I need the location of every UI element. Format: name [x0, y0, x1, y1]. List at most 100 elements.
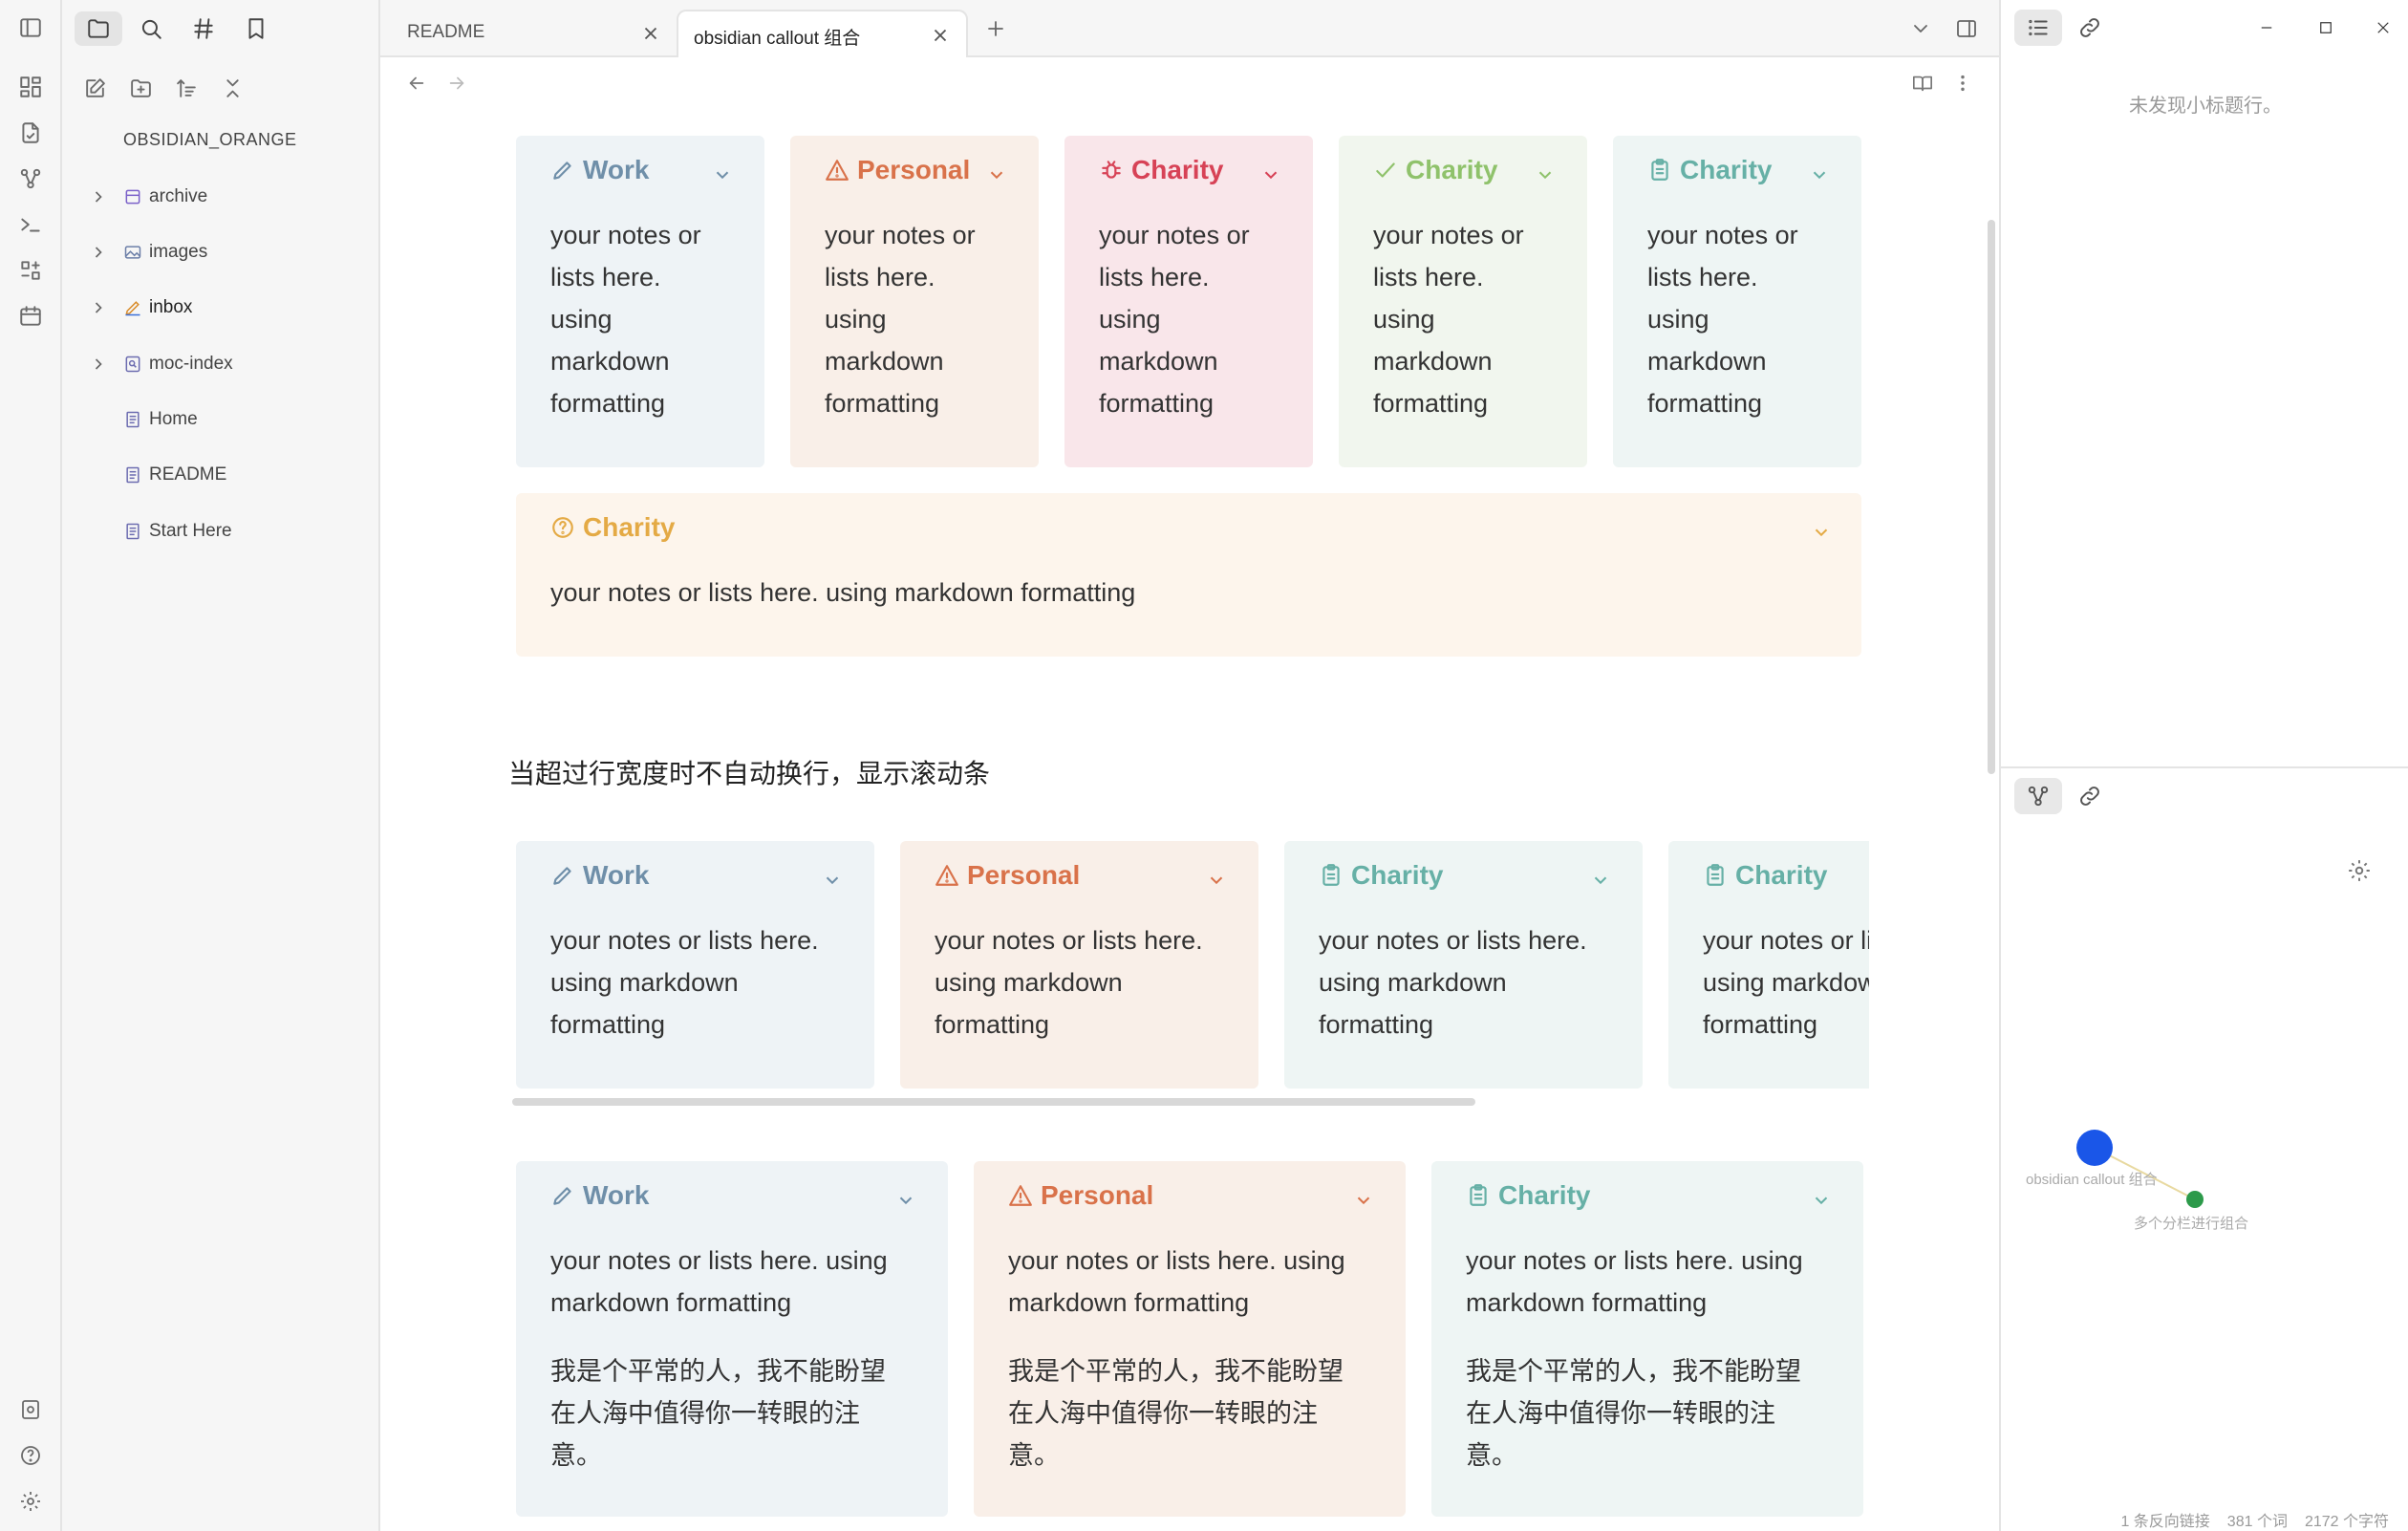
chevron-down-icon[interactable] — [1206, 870, 1227, 891]
chevron-down-icon[interactable] — [895, 1190, 916, 1211]
sort-button[interactable] — [170, 72, 203, 104]
reading-mode-button[interactable] — [1909, 70, 1936, 97]
callout-cn-line: 在人海中值得你一转眼的注 — [550, 1399, 860, 1428]
chevron-down-icon[interactable] — [1535, 164, 1556, 185]
callout-line: markdown — [1373, 347, 1493, 376]
warning-icon — [935, 863, 959, 888]
callout-work[interactable]: Work your notes or lists here. using mar… — [516, 136, 764, 467]
callout-charity-bug[interactable]: Charity your notes or lists here. using … — [1064, 136, 1313, 467]
tree-folder-images[interactable]: images — [62, 233, 380, 271]
graph-icon[interactable] — [16, 164, 45, 193]
right-sidebar-toggle[interactable] — [1953, 15, 1980, 42]
search-tab[interactable] — [127, 11, 175, 46]
tab-list-button[interactable] — [1907, 15, 1934, 42]
new-note-button[interactable] — [78, 72, 111, 104]
chevron-down-icon[interactable] — [1811, 522, 1832, 543]
clipboard-icon — [1466, 1183, 1491, 1208]
backlinks-tab[interactable] — [2066, 778, 2114, 814]
sidebar-toggle-icon[interactable] — [16, 13, 45, 42]
tab-bar: README obsidian callout 组合 — [380, 0, 1999, 57]
chevron-right-icon[interactable] — [89, 298, 108, 317]
tab-label: obsidian callout 组合 — [694, 29, 861, 49]
folder-tab[interactable] — [75, 11, 122, 46]
tree-folder-inbox[interactable]: inbox — [62, 289, 380, 327]
note-icon — [123, 410, 142, 429]
callout-charity-clipboard[interactable]: Charity your notes or lists here. using m… — [1431, 1161, 1863, 1517]
back-button[interactable] — [403, 70, 430, 97]
horizontal-scrollbar[interactable] — [512, 1098, 1475, 1106]
scrollable-callout-row[interactable]: Work your notes or lists here. using mar… — [516, 841, 1869, 1089]
vault-name[interactable]: OBSIDIAN_ORANGE — [123, 130, 297, 150]
callout-charity-clipboard[interactable]: Charity your notes or lists here. using … — [1668, 841, 1869, 1089]
file-switch-icon[interactable] — [16, 119, 45, 147]
right-sidebar: 未发现小标题行。 obsidian callout 组合 多个分栏进行组合 1 … — [1999, 0, 2408, 1531]
chevron-right-icon[interactable] — [89, 187, 108, 206]
new-tab-button[interactable] — [982, 15, 1009, 42]
tree-folder-archive[interactable]: archive — [62, 178, 380, 216]
chevron-down-icon[interactable] — [1590, 870, 1611, 891]
tree-item-label: README — [149, 464, 227, 485]
chevron-down-icon[interactable] — [1811, 1190, 1832, 1211]
callout-work[interactable]: Work your notes or lists here. using mark… — [516, 1161, 948, 1517]
tab-readme[interactable]: README — [380, 10, 677, 57]
bookmark-tab[interactable] — [232, 11, 280, 46]
chevron-down-icon[interactable] — [986, 164, 1007, 185]
clipboard-icon — [1703, 863, 1728, 888]
settings-icon[interactable] — [16, 1487, 45, 1516]
new-folder-button[interactable] — [124, 72, 157, 104]
tree-file-readme[interactable]: README — [62, 456, 380, 494]
chevron-down-icon[interactable] — [1353, 1190, 1374, 1211]
chevron-right-icon[interactable] — [89, 355, 108, 374]
graph-node-current[interactable] — [2076, 1130, 2113, 1166]
callout-personal[interactable]: Personal your notes or lists here. using… — [974, 1161, 1406, 1517]
local-graph-tab[interactable] — [2014, 778, 2062, 814]
backlink-count[interactable]: 1 条反向链接 — [2120, 1508, 2209, 1531]
callout-title: Charity — [1099, 155, 1223, 185]
more-options-button[interactable] — [1949, 70, 1976, 97]
chevron-down-icon[interactable] — [1809, 164, 1830, 185]
canvas-icon[interactable] — [16, 73, 45, 101]
chevron-down-icon[interactable] — [822, 870, 843, 891]
outline-tab[interactable] — [2014, 10, 2062, 46]
chevron-down-icon[interactable] — [712, 164, 733, 185]
close-window-button[interactable] — [2369, 13, 2397, 42]
callout-charity-clipboard[interactable]: Charity your notes or lists here. using … — [1613, 136, 1861, 467]
graph-settings-button[interactable] — [2347, 858, 2374, 885]
callout-charity-check[interactable]: Charity your notes or lists here. using … — [1339, 136, 1587, 467]
help-icon[interactable] — [16, 1441, 45, 1470]
forward-button[interactable] — [443, 70, 470, 97]
close-icon[interactable] — [930, 25, 951, 46]
callout-line: your notes or — [825, 221, 976, 249]
terminal-icon[interactable] — [16, 210, 45, 239]
callout-title: Work — [550, 155, 650, 185]
outgoing-links-tab[interactable] — [2066, 10, 2114, 46]
clipboard-icon — [1319, 863, 1344, 888]
minimize-button[interactable] — [2252, 13, 2281, 42]
maximize-button[interactable] — [2311, 13, 2340, 42]
folder-icon — [88, 19, 109, 38]
note-icon — [123, 522, 142, 541]
calendar-icon[interactable] — [16, 302, 45, 331]
callout-charity-question[interactable]: Charity your notes or lists here. using … — [516, 493, 1861, 657]
plugins-icon[interactable] — [16, 256, 45, 285]
callout-title: Personal — [825, 155, 970, 185]
vertical-scrollbar[interactable] — [1988, 220, 1995, 774]
collapse-all-button[interactable] — [216, 72, 248, 104]
graph-node-linked[interactable] — [2186, 1191, 2204, 1208]
chevron-right-icon[interactable] — [89, 243, 108, 262]
tag-tab[interactable] — [180, 11, 227, 46]
callout-personal[interactable]: Personal your notes or lists here. using… — [790, 136, 1039, 467]
chevron-down-icon[interactable] — [1260, 164, 1281, 185]
tab-obsidian-callout[interactable]: obsidian callout 组合 — [677, 10, 968, 57]
tree-file-home[interactable]: Home — [62, 400, 380, 439]
callout-work[interactable]: Work your notes or lists here. using mar… — [516, 841, 874, 1089]
tree-file-start-here[interactable]: Start Here — [62, 512, 380, 550]
callout-charity-clipboard[interactable]: Charity your notes or lists here. using … — [1284, 841, 1643, 1089]
callout-line: your notes or — [550, 221, 701, 249]
close-icon[interactable] — [640, 23, 661, 44]
tree-folder-moc-index[interactable]: moc-index — [62, 345, 380, 383]
vault-icon[interactable] — [16, 1395, 45, 1424]
callout-cn-line: 意。 — [1466, 1441, 1517, 1470]
local-graph[interactable]: obsidian callout 组合 多个分栏进行组合 — [2001, 1109, 2408, 1242]
callout-personal[interactable]: Personal your notes or lists here. using… — [900, 841, 1258, 1089]
